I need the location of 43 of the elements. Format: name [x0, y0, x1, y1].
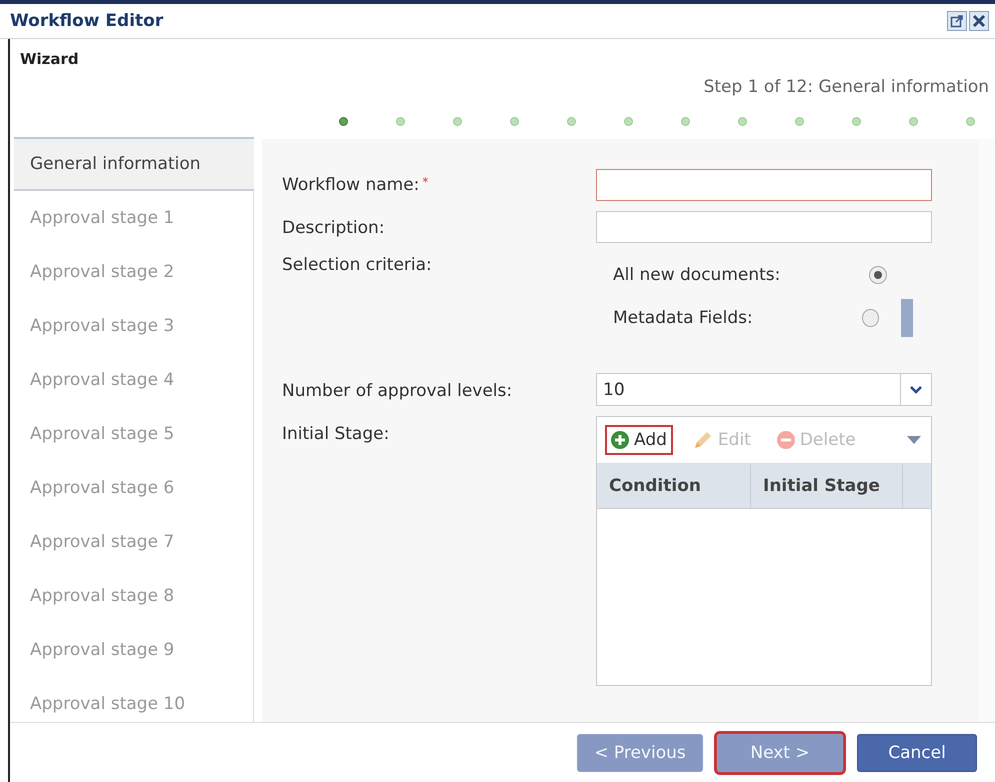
field-label: Workflow name: — [282, 175, 420, 195]
step-dot[interactable] — [738, 117, 747, 126]
description-input[interactable] — [596, 211, 932, 243]
popout-button[interactable] — [947, 11, 967, 31]
step-dot[interactable] — [852, 117, 861, 126]
step-dot[interactable] — [396, 117, 405, 126]
minus-circle-icon — [776, 431, 795, 449]
radio-button[interactable] — [862, 309, 880, 327]
option-label: Metadata Fields: — [613, 308, 754, 328]
metadata-field-bar[interactable] — [901, 299, 913, 337]
option-label: All new documents: — [613, 265, 782, 285]
column-header[interactable]: Initial Stage — [751, 464, 903, 508]
step-dot[interactable] — [909, 117, 918, 126]
step-dot[interactable] — [567, 117, 576, 126]
approval-levels-select[interactable]: 10 — [596, 373, 932, 406]
required-mark: * — [422, 175, 428, 189]
close-icon — [972, 14, 986, 28]
chevron-down-icon — [909, 384, 923, 395]
step-dot[interactable] — [453, 117, 462, 126]
dropdown-arrow-icon — [907, 436, 921, 444]
step-dot[interactable] — [966, 117, 975, 126]
step-dot[interactable] — [624, 117, 633, 126]
plus-circle-icon — [611, 431, 629, 449]
sidebar-item[interactable]: General information — [14, 139, 254, 191]
step-indicator: Step 1 of 12: General information — [704, 77, 989, 97]
field-label: Number of approval levels: — [282, 380, 514, 401]
add-button[interactable]: Add — [605, 425, 673, 455]
cancel-button[interactable]: Cancel — [857, 734, 977, 772]
popout-icon — [950, 14, 964, 28]
wizard-title: Wizard — [20, 50, 79, 68]
field-label: Initial Stage: — [282, 423, 390, 444]
field-label: Description: — [282, 217, 386, 238]
step-dot[interactable] — [795, 117, 804, 126]
pencil-icon — [692, 430, 713, 450]
field-label: Selection criteria: — [282, 255, 433, 275]
column-header[interactable]: Condition — [597, 464, 751, 508]
workflow-name-input[interactable] — [596, 169, 932, 201]
step-dot[interactable] — [339, 117, 348, 126]
step-dot[interactable] — [510, 117, 519, 126]
window-title: Workflow Editor — [10, 11, 164, 31]
step-dot[interactable] — [681, 117, 690, 126]
radio-button[interactable] — [869, 266, 887, 284]
close-button[interactable] — [969, 11, 989, 31]
